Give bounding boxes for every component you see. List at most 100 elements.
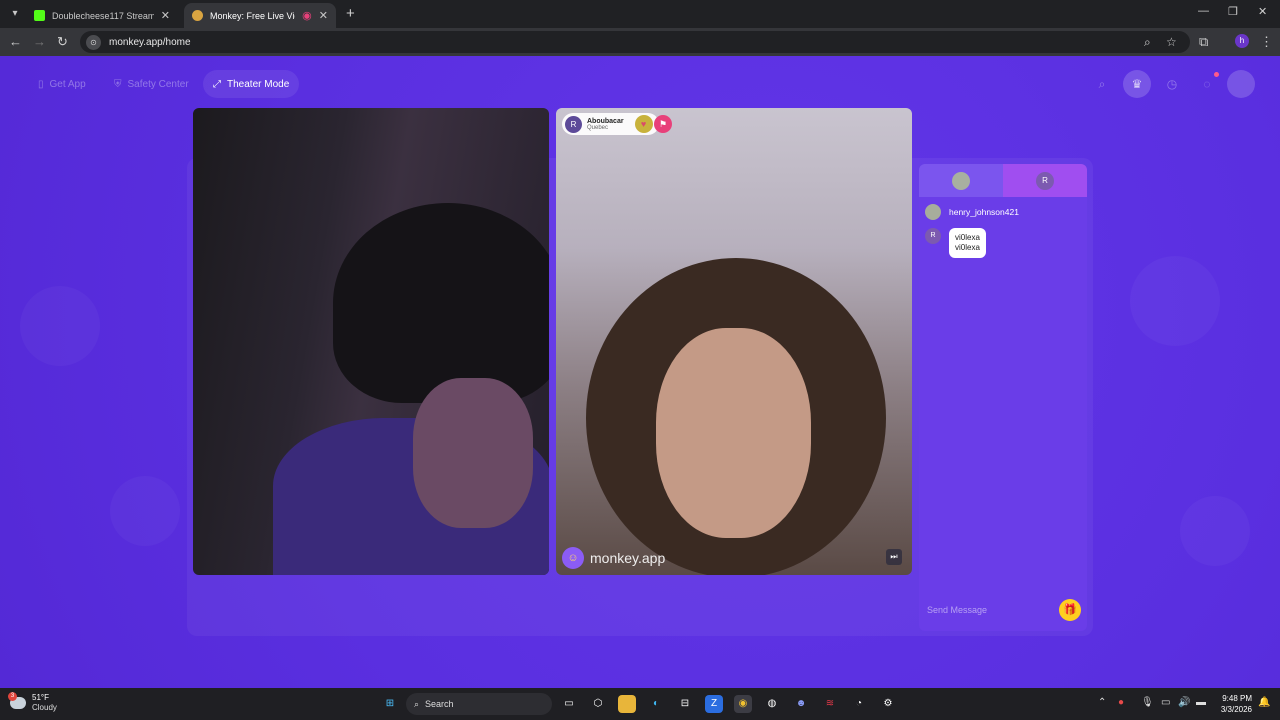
chat-tab-self[interactable] xyxy=(919,164,1003,197)
file-explorer-icon[interactable] xyxy=(618,695,636,713)
battery-icon[interactable]: ▬ xyxy=(1196,697,1206,708)
background-pattern xyxy=(1130,256,1220,346)
remote-video-feed: R Aboubacar Quebec ♥ ⚑ ☺ monkey.app ⏭ xyxy=(556,108,912,575)
notification-bell-icon[interactable]: 🔔 xyxy=(1258,697,1270,708)
get-app-label: Get App xyxy=(49,78,86,90)
tab-title: Monkey: Free Live Video Ch xyxy=(210,10,295,21)
search-label: Search xyxy=(425,699,454,709)
browser-tab-stream[interactable]: Doublecheese117 Stream - Wa ✕ xyxy=(26,3,178,28)
system-clock[interactable]: 9:48 PM 3/3/2026 xyxy=(1212,693,1252,715)
message-text: vi0lexa xyxy=(955,233,980,242)
display-icon[interactable]: ▭ xyxy=(1161,697,1170,708)
windows-taskbar: 3 51°F Cloudy ⊞ ⌕ Search ▭ ⬡ ◐ ⊟ Z ◉ ◍ ☻… xyxy=(0,688,1280,720)
get-app-button[interactable]: ▯ Get App xyxy=(28,70,96,98)
bookmark-star-icon[interactable]: ☆ xyxy=(1166,35,1177,49)
monkey-logo-icon: ☺ xyxy=(562,547,584,569)
safety-center-label: Safety Center xyxy=(127,78,189,90)
extensions-icon[interactable]: ⧉ xyxy=(1199,34,1208,50)
message-text: vi0lexa xyxy=(955,243,980,252)
message-bubble: vi0lexa vi0lexa xyxy=(949,228,986,258)
tray-chevron-icon[interactable]: ⌃ xyxy=(1098,697,1106,708)
send-message-input[interactable]: Send Message xyxy=(927,605,1059,615)
weather-widget[interactable]: 3 51°F Cloudy xyxy=(8,692,57,713)
message-input-bar: Send Message 🎁 xyxy=(919,589,1087,631)
monkey-favicon-icon xyxy=(192,10,203,21)
new-tab-button[interactable]: + xyxy=(346,5,355,22)
remote-user-location: Quebec xyxy=(587,124,609,131)
app-icon[interactable]: ◍ xyxy=(763,695,781,713)
back-arrow-icon[interactable]: ← xyxy=(9,34,22,49)
taskbar-search[interactable]: ⌕ Search xyxy=(406,693,552,715)
discord-icon[interactable]: ☻ xyxy=(792,695,810,713)
app-icon[interactable]: Z xyxy=(705,695,723,713)
chrome-icon[interactable]: ◉ xyxy=(734,695,752,713)
chat-tabs: R xyxy=(919,164,1087,197)
crown-icon[interactable]: ♛ xyxy=(1123,70,1151,98)
kick-favicon-icon xyxy=(34,10,45,21)
tab-title: Doublecheese117 Stream - Wa xyxy=(52,10,154,21)
address-bar[interactable]: ⊙ monkey.app/home ⌕ ☆ xyxy=(80,31,1190,53)
browser-tab-monkey[interactable]: Monkey: Free Live Video Ch ◉ ✕ xyxy=(184,3,336,28)
chat-message: henry_johnson421 xyxy=(919,204,1087,220)
browser-toolbar: ← → ↻ ⊙ monkey.app/home ⌕ ☆ ⧉ ⋮ xyxy=(0,28,1280,56)
browser-tabstrip: ▾ Doublecheese117 Stream - Wa ✕ Monkey: … xyxy=(0,0,1280,28)
user-avatar[interactable] xyxy=(1227,70,1255,98)
profile-avatar[interactable]: h xyxy=(1235,34,1249,48)
clock-time: 9:48 PM xyxy=(1222,694,1252,703)
window-close-button[interactable]: ✕ xyxy=(1258,5,1267,18)
safety-center-button[interactable]: ⛨ Safety Center xyxy=(104,70,199,98)
forward-arrow-icon[interactable]: → xyxy=(33,34,46,49)
site-info-icon[interactable]: ⊙ xyxy=(86,34,101,50)
restore-button[interactable]: ❐ xyxy=(1228,5,1238,18)
microphone-icon[interactable]: 🎙 xyxy=(1141,697,1154,708)
tray-app-icon[interactable]: ● xyxy=(1118,697,1124,708)
background-pattern xyxy=(1180,496,1250,566)
remote-avatar: R xyxy=(1036,171,1054,190)
monkey-watermark: ☺ monkey.app xyxy=(562,547,665,569)
reload-icon[interactable]: ↻ xyxy=(57,34,68,50)
chat-message: R vi0lexa vi0lexa xyxy=(919,228,1087,258)
app-icon[interactable]: ≋ xyxy=(821,695,839,713)
weather-badge: 3 xyxy=(8,692,17,701)
report-flag-icon[interactable]: ⚑ xyxy=(654,115,672,133)
close-tab-icon[interactable]: ✕ xyxy=(319,9,328,22)
minimize-button[interactable]: — xyxy=(1198,5,1209,17)
app-icon[interactable]: ◔ xyxy=(850,695,868,713)
weather-condition: Cloudy xyxy=(32,703,57,712)
video-subject xyxy=(413,378,533,528)
heart-icon[interactable]: ♥ xyxy=(634,115,653,133)
cloud-icon: 3 xyxy=(8,692,26,709)
store-icon[interactable]: ⊟ xyxy=(676,695,694,713)
chat-tab-remote[interactable]: R xyxy=(1003,164,1087,197)
video-subject xyxy=(656,328,811,538)
edge-icon[interactable]: ◐ xyxy=(647,695,665,713)
self-avatar xyxy=(952,171,970,190)
background-pattern xyxy=(110,476,180,546)
remote-user-name: Aboubacar xyxy=(587,117,624,125)
message-author: henry_johnson421 xyxy=(949,207,1019,217)
weather-temp: 51°F xyxy=(32,693,49,702)
shield-icon: ⛨ xyxy=(114,78,122,90)
search-icon[interactable]: ⌕ xyxy=(1088,70,1116,98)
url-text: monkey.app/home xyxy=(109,36,191,48)
video-subject xyxy=(333,203,549,403)
tab-search-icon[interactable]: ▾ xyxy=(6,5,24,23)
history-clock-icon[interactable]: ◷ xyxy=(1158,70,1186,98)
phone-icon: ▯ xyxy=(38,78,44,90)
zoom-search-icon[interactable]: ⌕ xyxy=(1144,35,1151,50)
remote-user-avatar: R xyxy=(565,115,582,133)
widgets-icon[interactable]: ⬡ xyxy=(589,695,607,713)
windows-start-icon[interactable]: ⊞ xyxy=(381,695,399,713)
skip-next-icon[interactable]: ⏭ xyxy=(886,549,902,565)
watermark-text: monkey.app xyxy=(590,550,666,566)
background-pattern xyxy=(20,286,100,366)
close-tab-icon[interactable]: ✕ xyxy=(161,9,170,22)
volume-icon[interactable]: 🔊 xyxy=(1178,697,1190,708)
local-video-feed xyxy=(193,108,549,575)
browser-menu-icon[interactable]: ⋮ xyxy=(1260,34,1273,50)
remote-user-chip[interactable]: R Aboubacar Quebec ♥ xyxy=(562,113,659,135)
theater-mode-button[interactable]: ⤢ Theater Mode xyxy=(203,70,300,98)
settings-gear-icon[interactable]: ⚙ xyxy=(879,695,897,713)
gift-icon[interactable]: 🎁 xyxy=(1059,599,1081,621)
task-view-icon[interactable]: ▭ xyxy=(560,695,578,713)
